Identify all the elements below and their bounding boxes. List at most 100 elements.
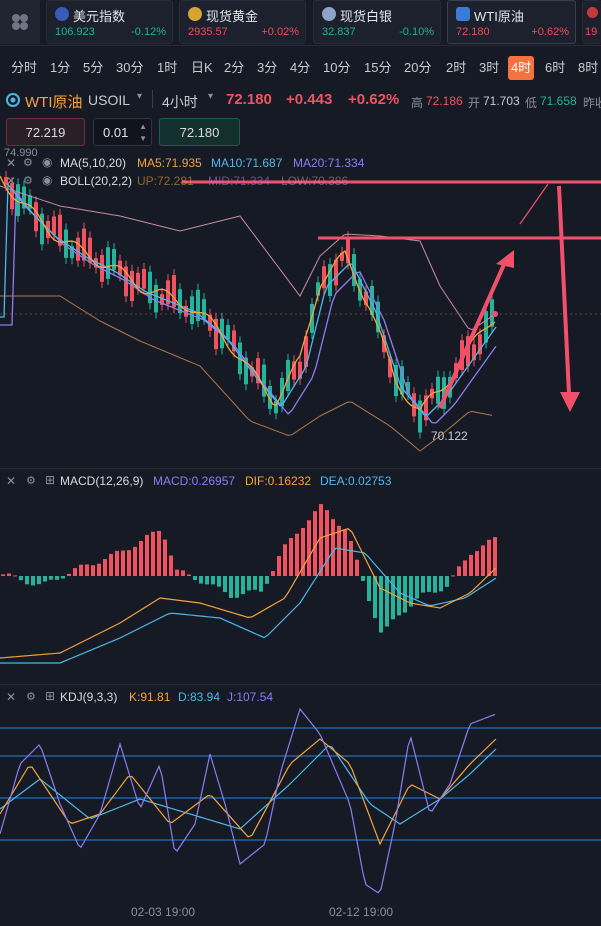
macd-histogram-bar [337,525,341,576]
ticker-spot-gold[interactable]: 现货黄金 2935.57 +0.02% [179,0,306,44]
eye-icon[interactable]: ◉ [42,173,52,187]
chevron-down-icon[interactable]: ▾ [208,91,213,102]
connector-line [519,183,549,225]
ticker-spot-silver[interactable]: 现货白银 32.837 -0.10% [313,0,441,44]
macd-histogram-bar [445,576,449,587]
settings-icon[interactable]: ⚙ [26,474,36,487]
macd-histogram-bar [163,539,167,576]
up-arrow-line [438,259,508,409]
settings-icon[interactable]: ⚙ [26,690,36,703]
tab-timeframe[interactable]: 30分 [116,56,143,80]
macd-histogram-bar [229,576,233,598]
tab-timeframe[interactable]: 10分 [323,56,350,80]
ma10-value: MA10:71.687 [211,156,283,170]
time-axis: 02-03 19:00 02-12 19:00 [0,898,601,926]
apps-menu-button[interactable] [0,0,40,44]
ma20-value: MA20:71.334 [293,156,365,170]
macd-histogram-bar [157,530,161,576]
macd-chart[interactable] [0,488,601,684]
macd-histogram-bar [415,576,419,599]
sell-price-button[interactable]: 72.219 [6,118,85,146]
expand-icon[interactable]: ⊞ [45,473,55,487]
tab-timeframe[interactable]: 20分 [404,56,431,80]
macd-histogram-bar [139,541,143,576]
macd-histogram-bar [379,576,383,633]
price-change: +0.443 [286,91,333,108]
macd-histogram-bar [463,560,467,576]
main-candlestick-chart[interactable] [0,146,601,468]
symbol-code[interactable]: USOIL [88,92,130,108]
macd-histogram-bar [145,534,149,576]
buy-price-button[interactable]: 72.180 [159,118,240,146]
macd-histogram-bar [175,569,179,576]
period-selector[interactable]: 4小时 [162,92,198,112]
macd-histogram-bar [43,576,47,582]
macd-histogram-bar [235,576,239,598]
macd-histogram-bar [439,576,443,592]
settings-icon[interactable]: ⚙ [23,174,33,187]
macd-histogram-bar [61,576,65,579]
tab-timeframe[interactable]: 1分 [50,56,70,80]
ticker-partial[interactable]: 19 [582,0,601,44]
macd-histogram-bar [79,564,83,576]
time-axis-label: 02-03 19:00 [131,905,196,919]
macd-histogram-bar [211,576,215,585]
candle-body [106,247,110,279]
macd-histogram-bar [475,551,479,576]
ticker-usd-index[interactable]: 美元指数 106.923 -0.12% [46,0,173,44]
macd-value: MACD:0.26957 [153,474,236,488]
tab-timeframe-active[interactable]: 4时 [508,56,535,80]
boll-low-value: LOW:70.386 [281,174,349,188]
macd-histogram-bar [427,576,431,592]
tab-timeframe[interactable]: 3时 [479,56,499,80]
ma-indicator-label: MA(5,10,20) [60,156,127,170]
tab-timeframe[interactable]: 5分 [83,56,103,80]
ticker-bar: 美元指数 106.923 -0.12% 现货黄金 2935.57 +0.02% … [0,0,601,46]
tab-timeframe[interactable]: 2分 [224,56,244,80]
macd-histogram-bar [103,559,107,576]
ticker-price: 2935.57 [188,26,228,38]
macd-histogram-bar [469,554,473,576]
macd-histogram-bar [259,576,263,592]
macd-histogram-bar [271,571,275,576]
settings-icon[interactable]: ⚙ [23,156,33,169]
candle-body [202,299,206,319]
lot-size-input[interactable]: 0.01 ▲ ▼ [93,118,152,146]
close-icon[interactable]: ✕ [6,156,16,170]
tab-timeframe[interactable]: 日K [191,56,213,80]
macd-histogram-bar [55,576,59,580]
tab-timeframe[interactable]: 分时 [11,56,37,80]
divider [152,90,153,108]
macd-histogram-bar [307,520,311,576]
tab-timeframe[interactable]: 1时 [157,56,177,80]
chevron-down-icon[interactable]: ▾ [137,91,142,102]
ticker-change: -0.12% [131,26,166,38]
eye-icon[interactable]: ◉ [42,155,52,169]
tab-timeframe[interactable]: 4分 [290,56,310,80]
open-value: 71.703 [483,94,520,108]
expand-icon[interactable]: ⊞ [45,689,55,703]
tab-timeframe[interactable]: 3分 [257,56,277,80]
tab-timeframe[interactable]: 2时 [446,56,466,80]
kdj-k-line [0,738,497,846]
close-icon[interactable]: ✕ [6,174,16,188]
ticker-wti-crude[interactable]: WTI原油 72.180 +0.62% [447,0,576,44]
j-value: J:107.54 [227,690,274,704]
symbol-name[interactable]: WTI原油 [25,91,83,112]
symbol-info-bar: WTI原油 USOIL ▾ 4小时 ▾ 72.180 +0.443 +0.62%… [0,88,601,114]
ticker-change: -0.10% [399,26,434,38]
close-icon[interactable]: ✕ [6,474,16,488]
kdj-chart[interactable] [0,704,601,900]
boll-upper-line [0,185,497,331]
ticker-price: 72.180 [456,26,490,38]
close-icon[interactable]: ✕ [6,690,16,704]
tab-timeframe[interactable]: 15分 [364,56,391,80]
flag-icon [587,7,598,18]
divider [0,684,601,685]
dif-line [0,528,497,659]
tab-timeframe[interactable]: 6时 [545,56,565,80]
prev-close-label: 昨收 [583,96,601,110]
current-price-dot [492,311,498,317]
tab-timeframe[interactable]: 8时 [578,56,598,80]
lot-size-value: 0.01 [103,125,129,140]
